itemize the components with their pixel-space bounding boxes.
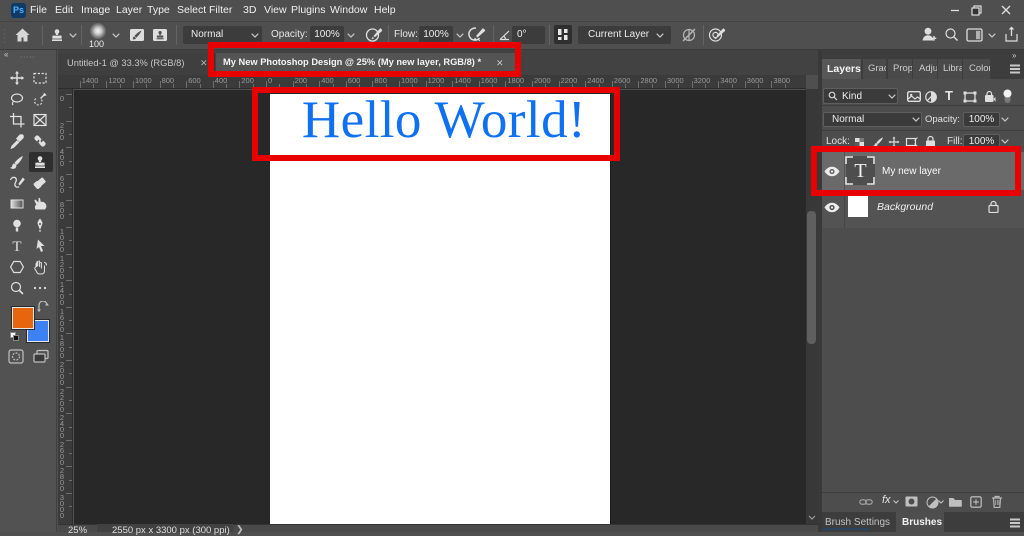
svg-text:T: T [12, 239, 21, 254]
